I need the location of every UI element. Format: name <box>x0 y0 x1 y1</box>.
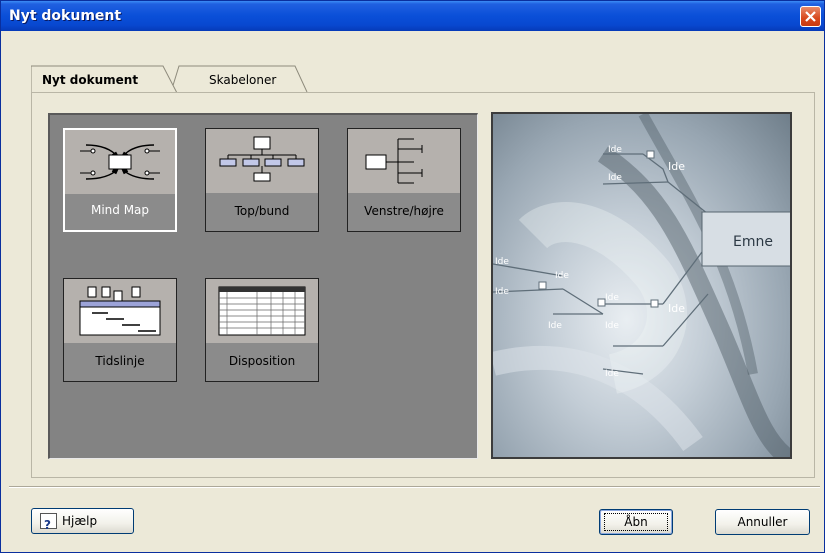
dialog-body: Skabeloner Nyt dokument Mind Map Top/bun… <box>5 31 820 549</box>
tab-nyt-dokument[interactable]: Nyt dokument <box>31 65 177 93</box>
template-disposition[interactable]: Disposition <box>205 278 319 382</box>
template-label: Venstre/højre <box>364 204 444 218</box>
idea-label: Ide <box>605 369 619 379</box>
title-bar[interactable]: Nyt dokument <box>1 1 824 31</box>
separator <box>9 486 820 488</box>
idea-label: Ide <box>605 321 619 331</box>
idea-label: Ide <box>495 287 509 297</box>
outline-table-icon <box>206 279 318 343</box>
tab-label: Nyt dokument <box>42 73 139 87</box>
tree-right-icon <box>348 129 460 193</box>
idea-label: Ide <box>605 293 619 303</box>
template-tidslinje[interactable]: Tidslinje <box>63 278 177 382</box>
template-label: Mind Map <box>90 203 150 217</box>
tab-label: Skabeloner <box>209 73 277 87</box>
focus-rectangle <box>604 513 668 531</box>
template-top-bund[interactable]: Top/bund <box>205 128 319 232</box>
idea-label: Ide <box>608 145 622 155</box>
tab-skabeloner[interactable]: Skabeloner <box>171 65 321 93</box>
idea-label: Ide <box>495 257 509 267</box>
template-label: Disposition <box>228 354 296 368</box>
dialog-window: Nyt dokument Skabeloner Nyt dokument Min… <box>0 0 825 553</box>
timeline-icon <box>64 279 176 343</box>
template-label: Top/bund <box>234 204 290 218</box>
mind-map-icon <box>65 130 175 194</box>
template-venstre-hojre[interactable]: Venstre/højre <box>347 128 461 232</box>
window-title: Nyt dokument <box>9 8 122 24</box>
template-list: Mind Map Top/bund Venstre/højre Tidslinj… <box>48 113 478 459</box>
close-icon <box>805 11 816 22</box>
central-topic-text: Emne <box>733 234 773 250</box>
idea-label: Ide <box>548 321 562 331</box>
tab-panel: Mind Map Top/bund Venstre/højre Tidslinj… <box>31 92 815 478</box>
help-button-label: Hjælp <box>62 514 98 528</box>
template-mind-map[interactable]: Mind Map <box>63 128 177 232</box>
cancel-button[interactable]: Annuller <box>715 509 810 535</box>
open-button[interactable]: Åbn <box>599 509 673 535</box>
close-button[interactable] <box>800 6 821 27</box>
idea-label: Ide <box>668 302 685 315</box>
org-chart-icon <box>206 129 318 193</box>
template-label: Tidslinje <box>95 354 145 368</box>
help-icon: ? <box>40 513 57 532</box>
template-preview-image: Emne Ide Ide Ide Ide Ide Ide Ide Ide Ide… <box>491 112 792 459</box>
cancel-button-label: Annuller <box>737 515 788 529</box>
help-button[interactable]: ? Hjælp <box>31 508 134 534</box>
idea-label: Ide <box>668 160 685 173</box>
idea-label: Ide <box>608 173 622 183</box>
idea-label: Ide <box>555 271 569 281</box>
